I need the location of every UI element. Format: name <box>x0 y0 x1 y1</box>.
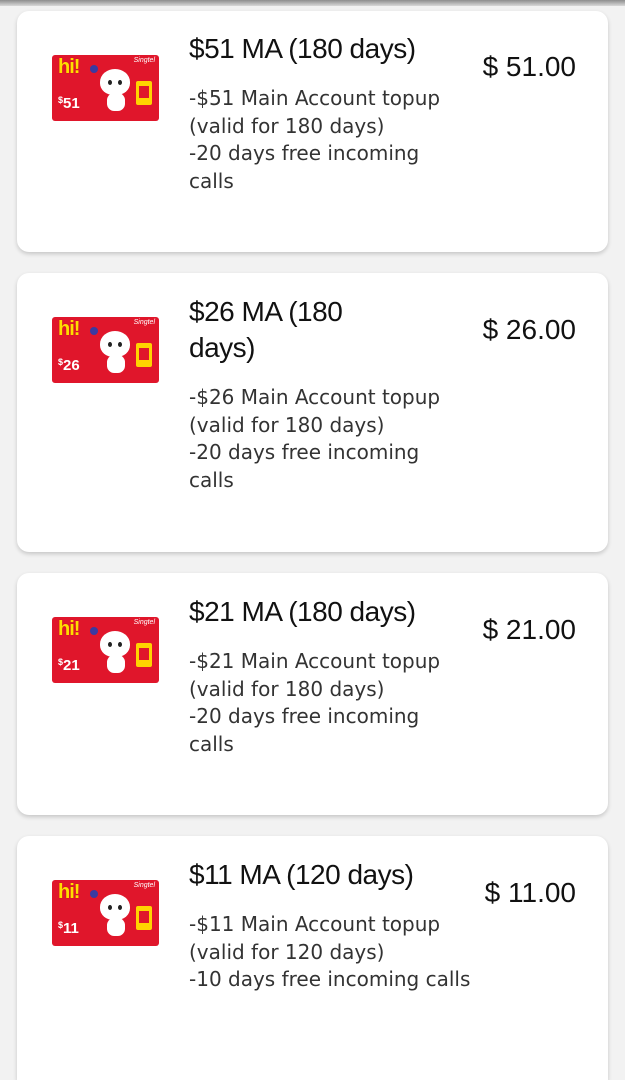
operator-logo: Singtel <box>133 619 155 626</box>
card-amount: $21 <box>58 657 80 674</box>
hi-logo: hi! <box>58 56 80 78</box>
plan-description: -$26 Main Account topup (valid for 180 d… <box>189 385 441 493</box>
plan-description: -$21 Main Account topup (valid for 180 d… <box>189 649 441 757</box>
plan-description: -$11 Main Account topup (valid for 120 d… <box>189 912 471 992</box>
prepaid-card-image: hi! Singtel $11 <box>52 880 159 946</box>
operator-logo: Singtel <box>133 882 155 889</box>
mascot-icon <box>100 894 130 920</box>
prepaid-card-image: hi! Singtel $26 <box>52 317 159 383</box>
plan-title: $11 MA (120 days) <box>189 859 414 890</box>
plan-price: $ 26.00 <box>482 314 576 345</box>
plan-description: -$51 Main Account topup (valid for 180 d… <box>189 86 441 194</box>
plan-price: $ 21.00 <box>482 614 576 645</box>
mascot-body <box>107 93 125 111</box>
decor-bubble <box>90 327 98 335</box>
decor-bubble <box>90 627 98 635</box>
operator-logo: Singtel <box>133 319 155 326</box>
sticker-icon <box>136 643 152 667</box>
plan-card-21[interactable]: hi! Singtel $21 $21 MA (180 days) -$21 M… <box>17 573 608 815</box>
plan-title: $51 MA (180 days) <box>189 33 416 64</box>
mascot-icon <box>100 331 130 357</box>
sticker-icon <box>136 343 152 367</box>
plan-card-11[interactable]: hi! Singtel $11 $11 MA (120 days) -$11 M… <box>17 836 608 1080</box>
plan-card-51[interactable]: hi! Singtel $51 $51 MA (180 days) -$51 M… <box>17 11 608 252</box>
mascot-icon <box>100 631 130 657</box>
plan-title: $26 MA (180 days) <box>189 296 343 363</box>
card-amount: $51 <box>58 95 80 112</box>
plan-card-26[interactable]: hi! Singtel $26 $26 MA (180 days) -$26 M… <box>17 273 608 552</box>
mascot-icon <box>100 69 130 95</box>
plan-price: $ 11.00 <box>484 877 576 908</box>
sticker-icon <box>136 81 152 105</box>
operator-logo: Singtel <box>133 57 155 64</box>
card-amount: $26 <box>58 357 80 374</box>
prepaid-card-image: hi! Singtel $51 <box>52 55 159 121</box>
prepaid-card-image: hi! Singtel $21 <box>52 617 159 683</box>
mascot-body <box>107 655 125 673</box>
plan-title: $21 MA (180 days) <box>189 596 416 627</box>
hi-logo: hi! <box>58 318 80 340</box>
hi-logo: hi! <box>58 618 80 640</box>
hi-logo: hi! <box>58 881 80 903</box>
decor-bubble <box>90 65 98 73</box>
decor-bubble <box>90 890 98 898</box>
plan-price: $ 51.00 <box>482 51 576 82</box>
top-scroll-edge <box>0 0 625 6</box>
mascot-body <box>107 355 125 373</box>
mascot-body <box>107 918 125 936</box>
card-amount: $11 <box>58 920 79 937</box>
sticker-icon <box>136 906 152 930</box>
